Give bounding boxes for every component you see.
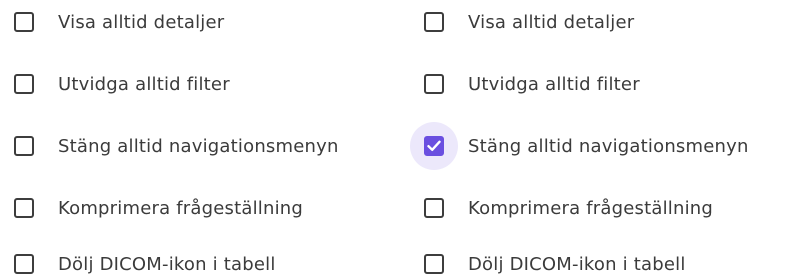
checkbox-stang-alltid-navigationsmenyn[interactable] [424, 136, 444, 156]
checkbox-halo [410, 184, 458, 232]
checkbox-halo [0, 60, 48, 108]
checkbox-visa-alltid-detaljer[interactable] [424, 12, 444, 32]
right-column: Visa alltid detaljer Utvidga alltid filt… [410, 0, 805, 276]
checkbox-halo [410, 240, 458, 276]
checkbox-row-stang-alltid-navigationsmenyn[interactable]: Stäng alltid navigationsmenyn [0, 128, 339, 164]
checkbox-label: Komprimera frågeställning [58, 197, 304, 219]
checkbox-row-dolj-dicom-ikon[interactable]: Dölj DICOM-ikon i tabell [0, 246, 276, 276]
checkbox-halo [410, 60, 458, 108]
checkbox-halo [0, 122, 48, 170]
checkbox-dolj-dicom-ikon[interactable] [424, 254, 444, 274]
checkbox-label: Komprimera frågeställning [468, 197, 714, 219]
checkbox-stang-alltid-navigationsmenyn[interactable] [14, 136, 34, 156]
checkbox-focus-halo [410, 122, 458, 170]
checkbox-utvidga-alltid-filter[interactable] [14, 74, 34, 94]
checkbox-row-komprimera-fragestallning[interactable]: Komprimera frågeställning [0, 190, 303, 226]
checkbox-komprimera-fragestallning[interactable] [424, 198, 444, 218]
checkbox-row-visa-alltid-detaljer[interactable]: Visa alltid detaljer [0, 4, 224, 40]
checkbox-row-visa-alltid-detaljer[interactable]: Visa alltid detaljer [410, 4, 634, 40]
checkbox-label: Dölj DICOM-ikon i tabell [468, 253, 686, 275]
checkbox-row-utvidga-alltid-filter[interactable]: Utvidga alltid filter [410, 66, 640, 102]
checkbox-label: Visa alltid detaljer [468, 11, 635, 33]
checkbox-row-komprimera-fragestallning[interactable]: Komprimera frågeställning [410, 190, 713, 226]
checkbox-halo [0, 0, 48, 46]
checkbox-komprimera-fragestallning[interactable] [14, 198, 34, 218]
checkbox-label: Stäng alltid navigationsmenyn [58, 135, 339, 157]
checkbox-label: Stäng alltid navigationsmenyn [468, 135, 749, 157]
checkbox-row-utvidga-alltid-filter[interactable]: Utvidga alltid filter [0, 66, 230, 102]
checkbox-utvidga-alltid-filter[interactable] [424, 74, 444, 94]
checkbox-row-dolj-dicom-ikon[interactable]: Dölj DICOM-ikon i tabell [410, 246, 686, 276]
checkbox-label: Utvidga alltid filter [58, 73, 230, 95]
settings-checkbox-panel: Visa alltid detaljer Utvidga alltid filt… [0, 0, 805, 276]
checkbox-label: Dölj DICOM-ikon i tabell [58, 253, 276, 275]
checkbox-dolj-dicom-ikon[interactable] [14, 254, 34, 274]
left-column: Visa alltid detaljer Utvidga alltid filt… [0, 0, 400, 276]
checkbox-halo [0, 240, 48, 276]
checkbox-halo [410, 0, 458, 46]
checkbox-row-stang-alltid-navigationsmenyn[interactable]: Stäng alltid navigationsmenyn [410, 122, 749, 170]
checkbox-visa-alltid-detaljer[interactable] [14, 12, 34, 32]
checkbox-halo [0, 184, 48, 232]
checkbox-label: Visa alltid detaljer [58, 11, 225, 33]
checkmark-icon [427, 140, 441, 151]
checkbox-label: Utvidga alltid filter [468, 73, 640, 95]
